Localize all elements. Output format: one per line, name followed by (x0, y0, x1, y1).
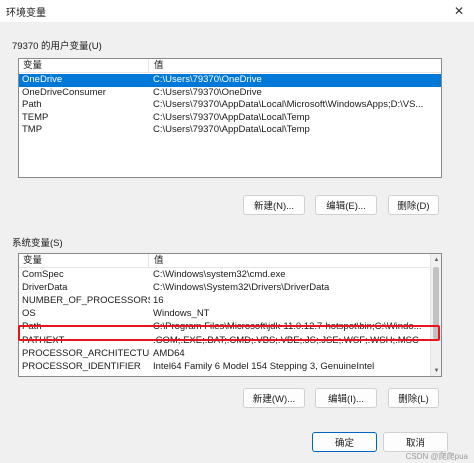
system-var-value-cell: C:\Program Files\Microsoft\jdk-11.0.12.7… (153, 321, 422, 333)
table-row[interactable]: OneDrive C:\Users\79370\OneDrive (19, 74, 441, 87)
system-vars-list[interactable]: 变量 值 ComSpec C:\Windows\system32\cmd.exe D… (18, 253, 442, 377)
system-var-value-cell: Windows_NT (153, 308, 210, 320)
system-var-value-cell: .COM;.EXE;.BAT;.CMD;.VBS;.VBE;.JS;.JSE;.… (153, 334, 419, 346)
table-row[interactable]: PROCESSOR_IDENTIFIER Intel64 Family 6 Mod… (19, 361, 429, 374)
system-var-value-cell: C:\Windows\System32\Drivers\DriverData (153, 282, 330, 294)
system-vars-group-label: 系统变量(S) (12, 238, 63, 249)
table-row[interactable]: NUMBER_OF_PROCESSORS 16 (19, 295, 429, 308)
system-var-name-cell: ComSpec (22, 269, 64, 280)
system-var-value-cell: Intel64 Family 6 Model 154 Stepping 3, G… (153, 360, 375, 372)
table-row[interactable]: OS Windows_NT (19, 308, 429, 321)
system-var-name-cell: PROCESSOR_IDENTIFIER (22, 360, 141, 372)
table-row[interactable]: PROCESSOR_ARCHITECTURE AMD64 (19, 348, 429, 361)
table-row[interactable]: ComSpec C:\Windows\system32\cmd.exe (19, 269, 429, 282)
table-row[interactable]: OneDriveConsumer C:\Users\79370\OneDrive (19, 87, 441, 100)
user-var-value-cell: C:\Users\79370\OneDrive (153, 74, 262, 85)
user-var-name-cell: Path (22, 99, 42, 111)
user-new-button[interactable]: 新建(N)... (243, 195, 305, 215)
system-var-name-cell: Path (22, 321, 42, 333)
user-var-name-cell: OneDrive (22, 74, 63, 85)
system-var-name-cell: DriverData (22, 282, 68, 294)
system-var-name-cell: PROCESSOR_ARCHITECTURE (22, 347, 150, 359)
column-header-value[interactable]: 值 (150, 254, 420, 268)
scroll-thumb[interactable] (433, 267, 439, 339)
cancel-button[interactable]: 取消 (383, 432, 448, 452)
user-delete-button[interactable]: 删除(D) (388, 195, 439, 215)
user-vars-list[interactable]: 变量 值 OneDrive C:\Users\79370\OneDrive OneD… (18, 58, 442, 178)
table-row[interactable]: Path C:\Users\79370\AppData\Local\Microso… (19, 99, 441, 112)
column-header-name[interactable]: 变量 (19, 59, 149, 73)
system-vars-header: 变量 值 (19, 254, 441, 268)
system-var-name-cell: PATHEXT (22, 334, 65, 346)
column-header-name[interactable]: 变量 (19, 254, 149, 268)
user-vars-header: 变量 值 (19, 59, 441, 73)
system-var-name-cell: OS (22, 308, 36, 320)
scroll-up-icon[interactable]: ▲ (431, 254, 441, 265)
system-vars-scrollbar[interactable]: ▲ ▼ (430, 254, 441, 376)
table-row[interactable]: TMP C:\Users\79370\AppData\Local\Temp (19, 124, 441, 137)
system-new-button[interactable]: 新建(W)... (243, 388, 305, 408)
system-var-name-cell: NUMBER_OF_PROCESSORS (22, 295, 150, 307)
system-var-value-cell: 16 (153, 295, 164, 307)
table-row[interactable]: TEMP C:\Users\79370\AppData\Local\Temp (19, 112, 441, 125)
scroll-down-icon[interactable]: ▼ (431, 365, 441, 376)
column-header-value[interactable]: 值 (150, 59, 430, 73)
user-var-value-cell: C:\Users\79370\OneDrive (153, 86, 262, 98)
table-row[interactable]: PATHEXT .COM;.EXE;.BAT;.CMD;.VBS;.VBE;.JS… (19, 335, 429, 348)
user-var-value-cell: C:\Users\79370\AppData\Local\Temp (153, 111, 310, 123)
close-icon[interactable]: ✕ (444, 0, 474, 22)
system-delete-button[interactable]: 删除(L) (388, 388, 439, 408)
user-var-name-cell: OneDriveConsumer (22, 86, 106, 98)
table-row[interactable]: DriverData C:\Windows\System32\Drivers\Dr… (19, 282, 429, 295)
window-title: 环境变量 (6, 7, 46, 19)
title-bar: 环境变量 ✕ (0, 0, 474, 22)
user-var-value-cell: C:\Users\79370\AppData\Local\Temp (153, 124, 310, 136)
system-var-value-cell: C:\Windows\system32\cmd.exe (153, 269, 286, 280)
ok-button[interactable]: 确定 (312, 432, 377, 452)
watermark: CSDN @爬爬pua (405, 452, 468, 461)
user-var-name-cell: TMP (22, 124, 43, 136)
system-var-value-cell: AMD64 (153, 347, 185, 359)
user-var-name-cell: TEMP (22, 111, 49, 123)
user-var-value-cell: C:\Users\79370\AppData\Local\Microsoft\W… (153, 99, 424, 111)
system-edit-button[interactable]: 编辑(I)... (315, 388, 377, 408)
user-vars-group-label: 79370 的用户变量(U) (12, 41, 102, 52)
table-row[interactable]: Path C:\Program Files\Microsoft\jdk-11.0.… (19, 321, 429, 334)
user-edit-button[interactable]: 编辑(E)... (315, 195, 377, 215)
